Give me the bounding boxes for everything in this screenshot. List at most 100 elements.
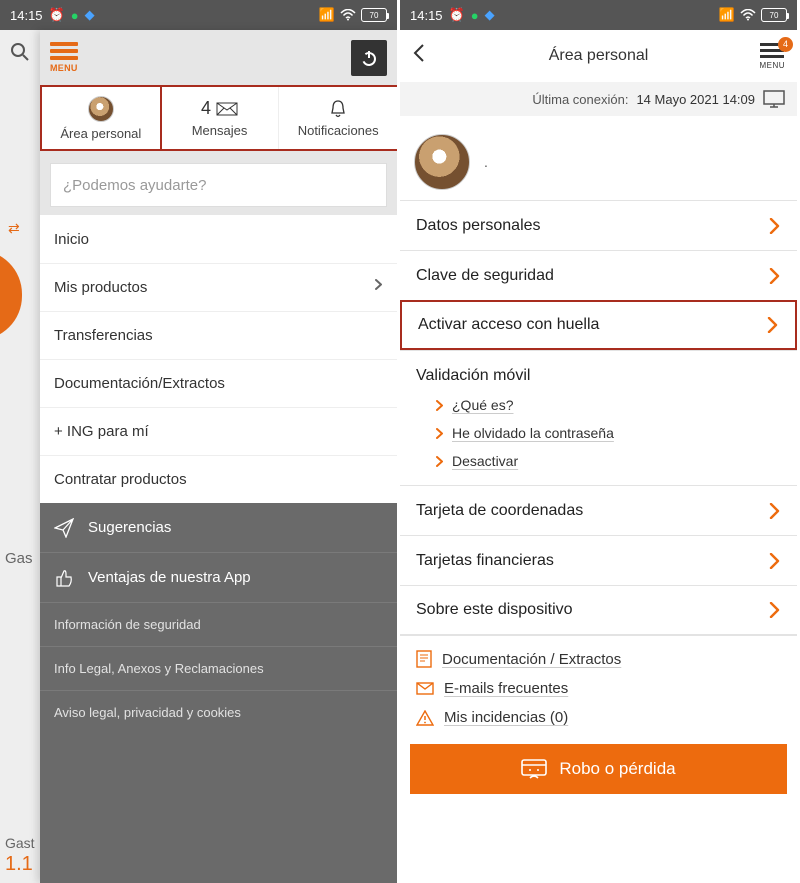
tab-notificaciones[interactable]: Notificaciones [278,87,397,149]
left-screenshot: 14:15 ⏰ ● ◆ 📶 70 ⇄ Gas Gast 1.1 MENU [0,0,400,883]
monitor-icon [763,90,785,108]
last-connection-value: 14 Mayo 2021 14:09 [636,92,755,107]
dot-icon: ◆ [485,7,495,23]
quick-links: Documentación / Extractos E-mails frecue… [400,635,797,738]
bell-icon [329,99,347,119]
row-activar-huella[interactable]: Activar acceso con huella [400,300,797,350]
menu-button[interactable]: MENU [50,42,78,73]
row-validacion-movil: Validación móvil [400,355,797,391]
chevron-right-icon [436,400,444,411]
tab-label: Área personal [60,126,141,141]
status-bar: 14:15 ⏰ ● ◆ 📶 70 [400,0,797,30]
alarm-icon: ⏰ [49,7,65,23]
avatar-icon [88,96,114,122]
right-body: Área personal MENU 4 Última conexión: 14… [400,30,797,883]
drawer-secondary: Sugerencias Ventajas de nuestra App Info… [40,503,397,883]
link-emails[interactable]: E-mails frecuentes [416,680,781,697]
power-icon [360,49,378,67]
chevron-right-icon [436,428,444,439]
dimmed-background: ⇄ Gas Gast 1.1 [0,30,40,883]
avatar[interactable] [414,134,470,190]
row-sobre-dispositivo[interactable]: Sobre este dispositivo [400,585,797,635]
bg-text-gastos2: Gast [5,835,35,851]
wifi-icon [340,9,356,21]
battery-icon: 70 [361,8,387,22]
row-tarjetas-financieras[interactable]: Tarjetas financieras [400,535,797,585]
menu-documentacion[interactable]: Documentación/Extractos [40,359,397,407]
chevron-right-icon [769,503,781,519]
chevron-right-icon [767,317,779,333]
right-screenshot: 14:15 ⏰ ● ◆ 📶 70 Área personal MENU 4 Úl… [400,0,800,883]
dot-icon: ◆ [85,7,95,23]
drawer-tabs: Área personal 4 Mensajes Notificaciones [40,85,397,151]
thumbs-up-icon [54,568,74,588]
menu-contratar[interactable]: Contratar productos [40,455,397,503]
cta-label: Robo o pérdida [559,759,675,779]
hamburger-icon [50,42,78,63]
search-icon[interactable] [10,42,30,67]
validacion-movil-block: Validación móvil ¿Qué es? He olvidado la… [400,350,797,485]
tab-area-personal[interactable]: Área personal [42,87,160,149]
profile-name: . [484,154,488,170]
search-placeholder: ¿Podemos ayudarte? [63,177,206,194]
whatsapp-icon: ● [71,8,79,23]
menu-inicio[interactable]: Inicio [40,215,397,263]
envelope-icon [216,102,238,116]
status-time: 14:15 [410,8,443,23]
row-clave-seguridad[interactable]: Clave de seguridad [400,250,797,300]
help-search[interactable]: ¿Podemos ayudarte? [50,163,387,207]
link-documentacion[interactable]: Documentación / Extractos [416,650,781,668]
chevron-right-icon [436,456,444,467]
chevron-right-icon [375,279,383,297]
alarm-icon: ⏰ [449,7,465,23]
profile-block: . [400,116,797,200]
battery-icon: 70 [761,8,787,22]
link-incidencias[interactable]: Mis incidencias (0) [416,709,781,726]
chevron-right-icon [769,602,781,618]
warning-icon [416,710,434,726]
chevron-right-icon [769,218,781,234]
chevron-right-icon [769,268,781,284]
last-connection-bar: Última conexión: 14 Mayo 2021 14:09 [400,82,797,116]
settings-list: Datos personales Clave de seguridad Acti… [400,200,797,635]
row-datos-personales[interactable]: Datos personales [400,200,797,250]
power-button[interactable] [351,40,387,76]
chevron-right-icon [769,553,781,569]
bg-text-gastos: Gas [5,550,33,567]
left-body: ⇄ Gas Gast 1.1 MENU Área personal [0,30,397,883]
paper-plane-icon [54,518,74,538]
menu-button[interactable]: MENU 4 [759,43,785,70]
cta-robo-perdida[interactable]: Robo o pérdida [410,744,787,794]
menu-sugerencias[interactable]: Sugerencias [40,503,397,553]
last-connection-label: Última conexión: [532,92,628,107]
menu-ventajas[interactable]: Ventajas de nuestra App [40,553,397,603]
menu-ing-para-mi[interactable]: + ING para mí [40,407,397,455]
menu-info-seguridad[interactable]: Información de seguridad [40,603,397,647]
sub-desactivar[interactable]: Desactivar [400,447,797,475]
row-tarjeta-coordenadas[interactable]: Tarjeta de coordenadas [400,485,797,535]
whatsapp-icon: ● [471,8,479,23]
card-sad-icon [521,759,547,779]
sub-que-es[interactable]: ¿Qué es? [400,391,797,419]
menu-aviso-legal[interactable]: Aviso legal, privacidad y cookies [40,691,397,734]
messages-count: 4 [201,98,211,119]
menu-transferencias[interactable]: Transferencias [40,311,397,359]
swap-icon: ⇄ [8,220,20,237]
wifi-icon [740,9,756,21]
signal-icon: 📶 [719,7,735,23]
menu-label: MENU [759,61,785,70]
sub-olvido[interactable]: He olvidado la contraseña [400,419,797,447]
orange-circle [0,250,22,340]
tab-label: Notificaciones [298,123,379,138]
nav-drawer: MENU Área personal 4 Mensajes [40,30,397,883]
bg-number: 1.1 [5,853,33,876]
status-time: 14:15 [10,8,43,23]
menu-info-legal[interactable]: Info Legal, Anexos y Reclamaciones [40,647,397,691]
menu-mis-productos[interactable]: Mis productos [40,263,397,311]
status-bar: 14:15 ⏰ ● ◆ 📶 70 [0,0,397,30]
page-title: Área personal [400,47,797,65]
signal-icon: 📶 [319,7,335,23]
document-icon [416,650,432,668]
tab-mensajes[interactable]: 4 Mensajes [160,87,279,149]
menu-label: MENU [50,63,78,73]
